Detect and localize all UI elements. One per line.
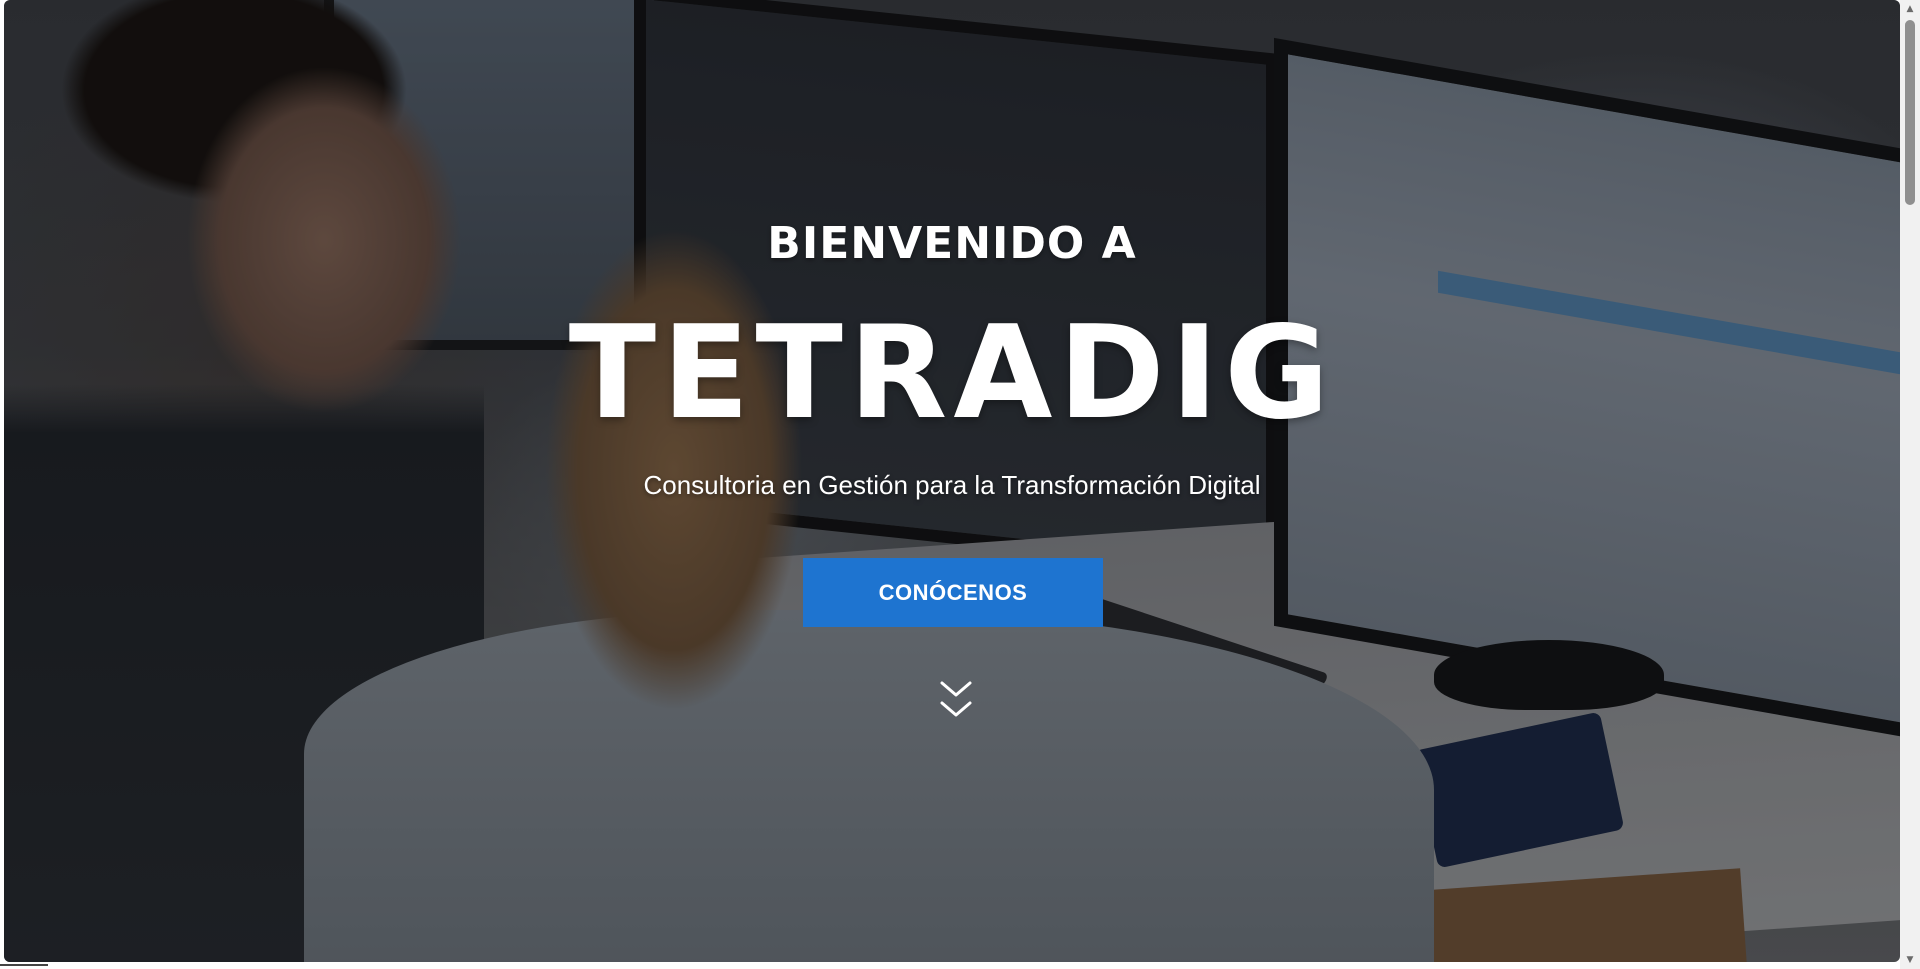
browser-viewport: BIENVENIDO A TETRADIG Consultoria en Ges…	[0, 0, 1920, 969]
scroll-down-icon[interactable]	[938, 675, 974, 725]
scroll-down-arrow-icon[interactable]: ▼	[1900, 951, 1920, 969]
hero-tagline: Consultoria en Gestión para la Transform…	[643, 470, 1261, 500]
conocenos-button[interactable]: CONÓCENOS	[803, 558, 1103, 627]
page-bottom-edge	[0, 962, 1900, 969]
hero-kicker: BIENVENIDO A	[767, 218, 1137, 269]
page-scrollbar[interactable]: ▲ ▼	[1900, 0, 1920, 969]
scroll-up-arrow-icon[interactable]: ▲	[1900, 0, 1920, 18]
hero-brand-title: TETRADIG	[568, 299, 1336, 448]
scrollbar-thumb[interactable]	[1905, 20, 1915, 205]
hero-content: BIENVENIDO A TETRADIG Consultoria en Ges…	[4, 0, 1900, 962]
